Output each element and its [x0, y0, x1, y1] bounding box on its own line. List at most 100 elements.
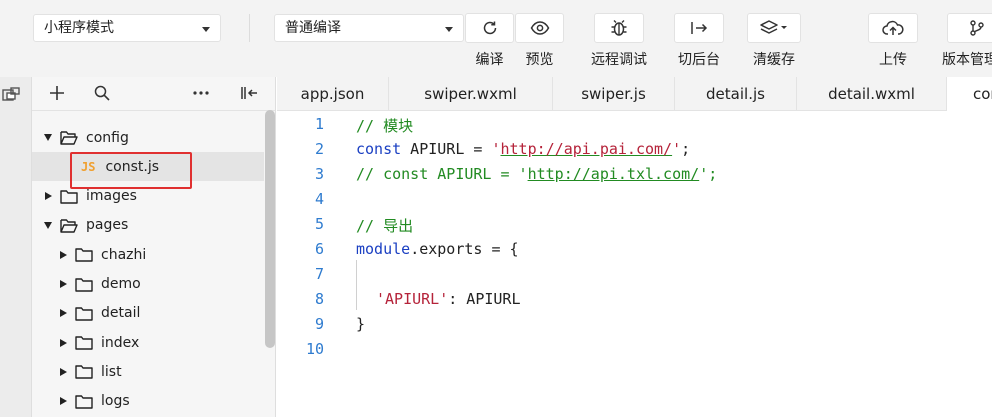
keyword-token: module: [356, 240, 411, 258]
tree-item-list[interactable]: list: [32, 357, 264, 386]
plus-icon[interactable]: [49, 85, 65, 101]
code-line-3: // const APIURL = 'http://api.txl.com/';: [356, 165, 717, 183]
tab-const-js[interactable]: const.js: [947, 77, 992, 112]
file-tree-scrollbar[interactable]: [265, 110, 275, 348]
tree-item-label: pages: [86, 217, 129, 234]
tree-item-label: list: [101, 363, 122, 380]
line-number: 8: [314, 290, 324, 308]
folder-icon: [75, 248, 93, 262]
tree-item-chazhi[interactable]: chazhi: [32, 240, 264, 269]
code-token: : APIURL: [448, 290, 521, 308]
compile-mode-value: 普通编译: [285, 20, 341, 36]
tree-item-config[interactable]: config: [32, 123, 264, 152]
code-line-1: // 模块: [356, 117, 414, 135]
code-line-8: 'APIURL': APIURL: [376, 290, 521, 308]
search-icon[interactable]: [94, 85, 110, 101]
indent-guide: [356, 260, 357, 310]
clear-cache-button[interactable]: [747, 13, 801, 43]
bug-icon: [611, 20, 627, 36]
upload-label: 上传: [879, 52, 907, 68]
remote-debug-button[interactable]: [594, 13, 644, 43]
tree-item-detail[interactable]: detail: [32, 299, 264, 328]
caret-right-icon[interactable]: [60, 309, 67, 318]
preview-button[interactable]: [515, 13, 564, 43]
comment-token: // const APIURL = ': [356, 165, 528, 183]
line-number-gutter: 1 2 3 4 5 6 7 8 9 10: [277, 111, 337, 417]
version-button[interactable]: [947, 13, 992, 43]
folder-icon: [60, 189, 78, 204]
eye-icon: [530, 21, 549, 35]
folder-icon: [75, 394, 93, 409]
caret-right-icon[interactable]: [60, 397, 67, 406]
line-number: 7: [314, 265, 324, 283]
folder-icon: [75, 307, 93, 321]
comment-token: ';: [699, 165, 718, 183]
folder-icon: [75, 277, 93, 292]
tab-detail-wxml[interactable]: detail.wxml: [797, 77, 947, 111]
tree-item-index[interactable]: index: [32, 328, 264, 357]
cloud-upload-icon: [882, 20, 904, 35]
version-label: 版本管理: [942, 52, 992, 68]
string-token: ': [491, 140, 501, 158]
toolbar: 小程序模式 普通编译 编译 预览 远程调试 切后台 清缓存 上传 版本管理: [0, 0, 992, 77]
tree-item-demo[interactable]: demo: [32, 270, 264, 299]
tree-item-label: index: [101, 334, 140, 351]
url-link[interactable]: http://api.txl.com/: [528, 165, 700, 183]
folder-open-icon: [60, 131, 78, 145]
mode-select[interactable]: 小程序模式: [33, 14, 221, 42]
caret-down-icon[interactable]: [44, 221, 52, 229]
activity-strip: [0, 77, 32, 417]
line-number: 9: [314, 315, 324, 333]
branch-icon: [970, 20, 984, 36]
background-button[interactable]: [674, 13, 724, 43]
file-tree-header: [32, 77, 275, 111]
tree-item-label: config: [86, 129, 129, 146]
exit-arrow-icon: [691, 22, 708, 34]
code-line-2: const APIURL = 'http://api.pai.com/';: [356, 140, 690, 158]
tree-item-pages[interactable]: pages: [32, 211, 264, 240]
url-link[interactable]: http://api.pai.com/: [501, 140, 673, 158]
caret-right-icon[interactable]: [60, 367, 67, 376]
code-token: ;: [681, 140, 691, 158]
tree-item-label: demo: [101, 276, 141, 292]
mode-select-value: 小程序模式: [44, 20, 114, 36]
chevron-down-icon: [202, 27, 210, 32]
tree-item-label: logs: [101, 393, 130, 410]
line-number: 3: [314, 165, 324, 183]
code-token: APIURL =: [401, 140, 492, 158]
background-label: 切后台: [678, 52, 720, 68]
compile-mode-select[interactable]: 普通编译: [274, 14, 464, 42]
line-number: 6: [314, 240, 324, 258]
tree-item-label: detail: [101, 305, 141, 322]
tab-swiper-wxml[interactable]: swiper.wxml: [389, 77, 553, 111]
line-number: 2: [314, 140, 324, 158]
caret-right-icon[interactable]: [60, 338, 67, 347]
tab-detail-js[interactable]: detail.js: [675, 77, 797, 111]
toolbar-divider: [249, 14, 250, 42]
caret-right-icon[interactable]: [45, 192, 52, 201]
keyword-token: const: [356, 140, 402, 158]
more-icon[interactable]: [193, 91, 209, 95]
tree-item-images[interactable]: images: [32, 182, 264, 211]
code-line-9: }: [356, 315, 366, 333]
line-number: 4: [314, 190, 324, 208]
code-editor[interactable]: 1 2 3 4 5 6 7 8 9 10 // 模块 const APIURL …: [277, 111, 992, 417]
tree-item-label: images: [86, 188, 137, 205]
tree-item-logs[interactable]: logs: [32, 387, 264, 416]
tree-item-label: const.js: [105, 158, 160, 175]
folder-open-icon: [60, 219, 78, 233]
refresh-icon: [483, 21, 496, 35]
upload-button[interactable]: [868, 13, 918, 43]
caret-right-icon[interactable]: [60, 250, 67, 259]
tree-item-const-js[interactable]: JS const.js: [32, 152, 264, 182]
compile-button[interactable]: [465, 13, 514, 43]
collapse-all-icon[interactable]: [239, 85, 259, 101]
caret-right-icon[interactable]: [60, 280, 67, 288]
caret-down-icon[interactable]: [44, 134, 52, 141]
code-token: .exports = {: [410, 240, 519, 258]
collapse-panel-icon[interactable]: [2, 87, 20, 103]
clear-cache-label: 清缓存: [753, 52, 795, 68]
string-token: ': [672, 140, 682, 158]
tab-app-json[interactable]: app.json: [277, 77, 389, 111]
tab-swiper-js[interactable]: swiper.js: [553, 77, 675, 111]
